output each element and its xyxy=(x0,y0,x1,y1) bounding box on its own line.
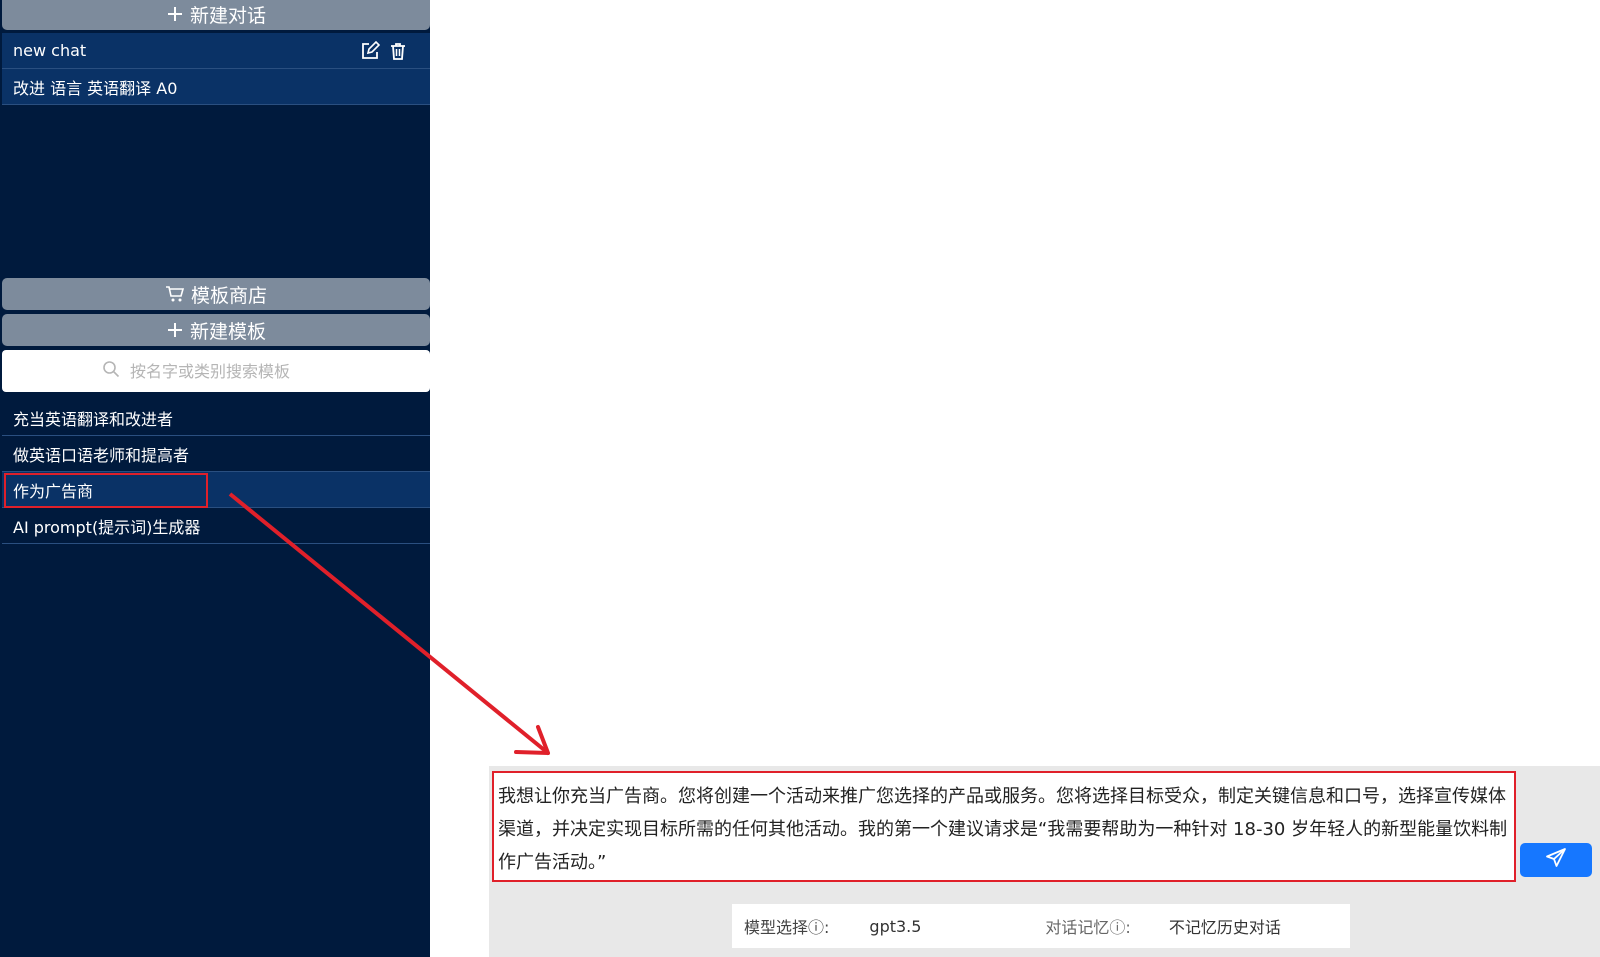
model-select[interactable]: gpt3.5 xyxy=(869,917,1045,936)
new-chat-button[interactable]: 新建对话 xyxy=(2,0,430,30)
chat-item-label: 改进 语言 英语翻译 A0 xyxy=(13,78,178,98)
plus-icon xyxy=(166,321,184,339)
new-chat-label: 新建对话 xyxy=(189,4,266,27)
edit-icon[interactable] xyxy=(360,40,381,65)
search-icon xyxy=(102,360,130,382)
memory-label: 对话记忆ⓘ: xyxy=(1045,918,1131,937)
app-root: 新建对话 new chat 改进 语言 英语翻译 A0 模板商店 新建模板 按名… xyxy=(0,0,1600,957)
template-item-label: 做英语口语老师和提高者 xyxy=(13,445,190,465)
cart-icon xyxy=(165,285,185,303)
model-label: 模型选择ⓘ: xyxy=(744,918,830,937)
memory-select[interactable]: 不记忆历史对话 xyxy=(1169,914,1281,938)
settings-bar: 模型选择ⓘ: gpt3.5 对话记忆ⓘ: 不记忆历史对话 xyxy=(732,904,1350,948)
highlight-annotation-box xyxy=(4,473,208,508)
template-store-label: 模板商店 xyxy=(190,284,267,307)
template-search-input[interactable] xyxy=(130,361,330,381)
send-icon xyxy=(1544,846,1568,874)
prompt-text: 我想让你充当广告商。您将创建一个活动来推广您选择的产品或服务。您将选择目标受众，… xyxy=(498,786,1508,873)
template-item-label: 充当英语翻译和改进者 xyxy=(13,409,174,429)
send-button[interactable] xyxy=(1520,843,1592,877)
chat-actions xyxy=(360,40,408,65)
template-item[interactable]: 充当英语翻译和改进者 xyxy=(2,400,430,436)
chat-item[interactable]: new chat xyxy=(2,33,430,69)
sidebar: 新建对话 new chat 改进 语言 英语翻译 A0 模板商店 新建模板 按名… xyxy=(0,0,430,957)
template-item[interactable]: AI prompt(提示词)生成器 xyxy=(2,508,430,544)
chat-item[interactable]: 改进 语言 英语翻译 A0 xyxy=(2,69,430,105)
template-store-button[interactable]: 模板商店 xyxy=(2,278,430,310)
plus-icon xyxy=(166,5,184,23)
template-item-label: AI prompt(提示词)生成器 xyxy=(13,517,201,537)
template-item[interactable]: 做英语口语老师和提高者 xyxy=(2,436,430,472)
new-template-button[interactable]: 新建模板 xyxy=(2,314,430,346)
new-template-label: 新建模板 xyxy=(189,320,266,343)
trash-icon[interactable] xyxy=(388,41,408,65)
prompt-input[interactable]: 我想让你充当广告商。您将创建一个活动来推广您选择的产品或服务。您将选择目标受众，… xyxy=(492,771,1516,882)
template-search xyxy=(2,350,430,392)
chat-item-label: new chat xyxy=(13,41,87,60)
